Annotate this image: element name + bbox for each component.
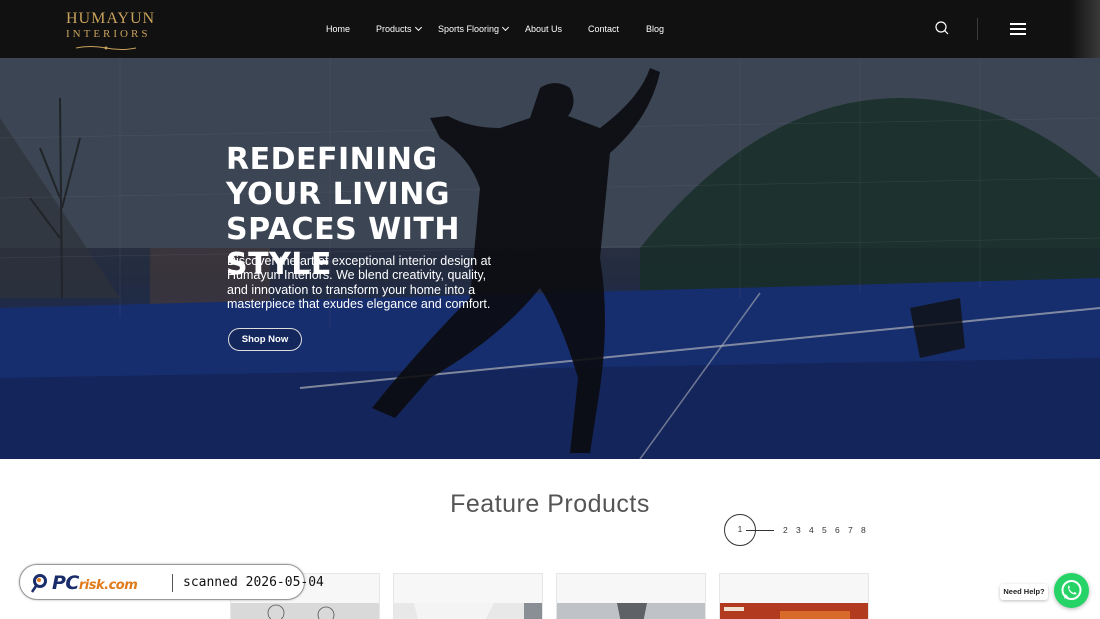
pager-page[interactable]: 7 <box>848 524 853 536</box>
scan-date-text: scanned 2026-05-04 <box>183 575 324 590</box>
chevron-down-icon <box>414 23 422 32</box>
brand-sub: risk.com <box>78 578 138 593</box>
hero-description: Discover the art of exceptional interior… <box>227 254 492 311</box>
nav-about-us[interactable]: About Us <box>525 22 562 36</box>
nav-products[interactable]: Products <box>376 22 422 36</box>
product-image <box>231 603 379 619</box>
brand-logo: PCrisk.com <box>52 572 138 597</box>
scan-watermark-badge: PCrisk.com scanned 2026-05-04 <box>19 564 324 600</box>
whatsapp-icon <box>1061 580 1082 600</box>
product-image <box>557 603 705 619</box>
product-card[interactable] <box>393 573 543 619</box>
nav-blog[interactable]: Blog <box>646 22 664 36</box>
header-divider <box>977 18 978 40</box>
product-card[interactable] <box>719 573 869 619</box>
pager-divider-line <box>746 530 774 531</box>
pager-page[interactable]: 3 <box>796 524 801 536</box>
pager-page[interactable]: 5 <box>822 524 827 536</box>
badge-separator <box>172 574 173 592</box>
brand-main: PC <box>52 572 79 594</box>
search-icon[interactable] <box>934 20 950 36</box>
feature-products-title: Feature Products <box>450 490 650 518</box>
pager-page[interactable]: 6 <box>835 524 840 536</box>
pager-page[interactable]: 4 <box>809 524 814 536</box>
nav-sports-flooring[interactable]: Sports Flooring <box>438 22 510 36</box>
nav-home[interactable]: Home <box>326 22 350 36</box>
need-help-label[interactable]: Need Help? <box>1000 584 1048 600</box>
product-card[interactable] <box>556 573 706 619</box>
page: HUMAYUN INTERIORS Home Products Sports F… <box>0 0 1100 619</box>
product-image <box>720 603 868 619</box>
logo-ornament-icon <box>75 46 137 50</box>
site-header: HUMAYUN INTERIORS Home Products Sports F… <box>0 0 1100 58</box>
hamburger-menu-icon[interactable] <box>1010 22 1028 36</box>
pager-page[interactable]: 8 <box>861 524 866 536</box>
hero-background-image <box>0 58 1100 459</box>
pager-page[interactable]: 2 <box>783 524 788 536</box>
whatsapp-button[interactable] <box>1054 573 1089 608</box>
hero-banner: REDEFINING YOUR LIVING SPACES WITH STYLE… <box>0 58 1100 459</box>
product-image <box>394 603 542 619</box>
chevron-down-icon <box>501 23 510 32</box>
shop-now-button[interactable]: Shop Now <box>228 328 302 351</box>
nav-contact[interactable]: Contact <box>588 22 619 36</box>
